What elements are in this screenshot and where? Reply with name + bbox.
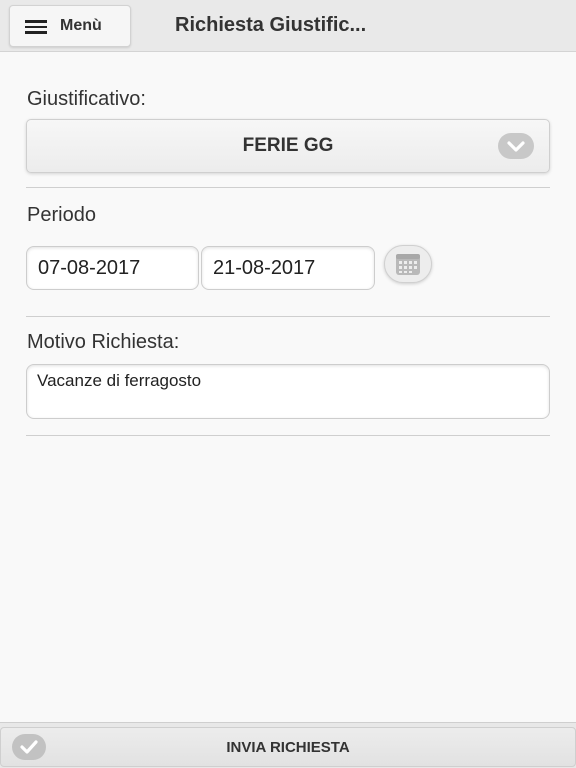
justification-label: Giustificativo: xyxy=(27,88,146,110)
justification-select[interactable]: FERIE GG xyxy=(26,119,550,173)
period-to-input[interactable] xyxy=(201,246,375,290)
page-title: Richiesta Giustific... xyxy=(175,14,367,36)
calendar-button[interactable] xyxy=(384,245,432,283)
menu-button-label: Menù xyxy=(60,17,102,34)
header-bar: Menù Richiesta Giustific... xyxy=(0,0,576,52)
hamburger-icon xyxy=(25,20,47,34)
submit-request-button[interactable]: INVIA RICHIESTA xyxy=(0,727,576,767)
footer-bar: INVIA RICHIESTA xyxy=(0,722,576,768)
chevron-down-icon xyxy=(498,133,534,159)
period-from-input[interactable] xyxy=(26,246,199,290)
justification-selected-value: FERIE GG xyxy=(242,135,334,156)
period-label: Periodo xyxy=(27,204,96,226)
reason-label: Motivo Richiesta: xyxy=(27,331,180,353)
divider xyxy=(26,187,550,188)
reason-textarea[interactable]: Vacanze di ferragosto xyxy=(26,364,550,419)
submit-request-label: INVIA RICHIESTA xyxy=(226,739,350,756)
calendar-icon xyxy=(394,251,422,277)
divider xyxy=(26,316,550,317)
divider xyxy=(26,435,550,436)
menu-button[interactable]: Menù xyxy=(9,5,131,47)
